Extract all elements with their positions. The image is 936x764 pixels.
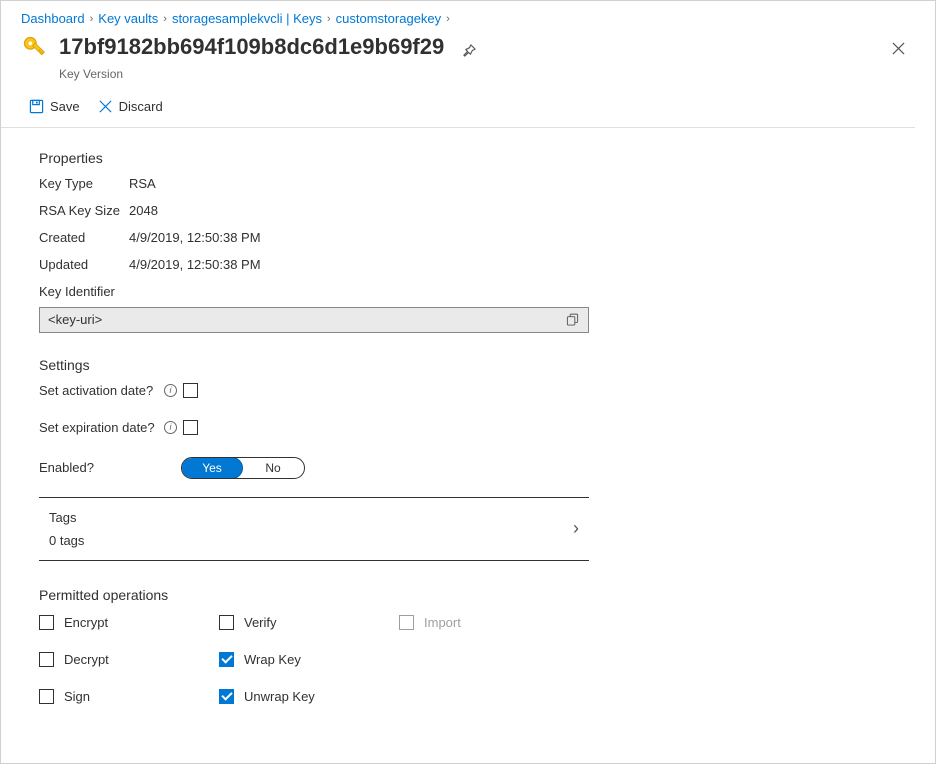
rsa-size-value: 2048 [129,203,158,218]
encrypt-checkbox[interactable] [39,615,54,630]
op-verify: Verify [219,615,399,630]
breadcrumb-item[interactable]: Key vaults [98,11,158,26]
discard-label: Discard [119,99,163,114]
save-label: Save [50,99,80,114]
enabled-no[interactable]: No [242,458,304,478]
wrap-label: Wrap Key [244,652,301,667]
wrap-checkbox[interactable] [219,652,234,667]
content: Properties Key Type RSA RSA Key Size 204… [1,128,935,724]
updated-row: Updated 4/9/2019, 12:50:38 PM [39,257,897,272]
rsa-size-label: RSA Key Size [39,203,129,218]
breadcrumb: Dashboard › Key vaults › storagesamplekv… [1,1,935,32]
breadcrumb-item[interactable]: customstoragekey [336,11,442,26]
op-decrypt: Decrypt [39,652,219,667]
activation-label: Set activation date? [39,383,159,398]
unwrap-checkbox[interactable] [219,689,234,704]
page-header: 17bf9182bb694f109b8dc6d1e9b69f29 Key Ver… [1,32,935,89]
close-button[interactable] [892,34,915,58]
breadcrumb-item[interactable]: Dashboard [21,11,85,26]
chevron-right-icon: › [90,13,94,25]
updated-value: 4/9/2019, 12:50:38 PM [129,257,261,272]
tags-label: Tags [49,510,573,525]
op-wrap: Wrap Key [219,652,399,667]
unwrap-label: Unwrap Key [244,689,315,704]
info-icon[interactable]: i [164,421,177,434]
op-import: Import [399,615,579,630]
key-icon [21,34,49,62]
key-type-label: Key Type [39,176,129,191]
chevron-right-icon: › [446,13,450,25]
copy-icon[interactable] [566,313,580,327]
import-label: Import [424,615,461,630]
enabled-label: Enabled? [39,460,181,475]
enabled-yes[interactable]: Yes [181,457,243,479]
expiration-label: Set expiration date? [39,420,159,435]
breadcrumb-item[interactable]: storagesamplekvcli | Keys [172,11,322,26]
expiration-checkbox[interactable] [183,420,198,435]
permitted-ops-grid: Encrypt Verify Import Decrypt Wrap Key S… [39,615,897,704]
tags-count: 0 tags [49,533,573,548]
rsa-size-row: RSA Key Size 2048 [39,203,897,218]
import-checkbox [399,615,414,630]
chevron-right-icon: › [573,518,579,539]
settings-heading: Settings [39,357,897,373]
key-identifier-label: Key Identifier [39,284,897,299]
properties-heading: Properties [39,150,897,166]
sign-checkbox[interactable] [39,689,54,704]
key-identifier-field[interactable]: <key-uri> [39,307,589,333]
enabled-row: Enabled? Yes No [39,457,897,479]
created-row: Created 4/9/2019, 12:50:38 PM [39,230,897,245]
discard-icon [98,99,113,114]
save-button[interactable]: Save [29,99,80,114]
key-type-value: RSA [129,176,156,191]
activation-checkbox[interactable] [183,383,198,398]
verify-label: Verify [244,615,277,630]
created-value: 4/9/2019, 12:50:38 PM [129,230,261,245]
toolbar: Save Discard [1,89,915,128]
verify-checkbox[interactable] [219,615,234,630]
encrypt-label: Encrypt [64,615,108,630]
op-encrypt: Encrypt [39,615,219,630]
created-label: Created [39,230,129,245]
expiration-row: Set expiration date? i [39,420,897,435]
permitted-ops-heading: Permitted operations [39,587,897,603]
key-type-row: Key Type RSA [39,176,897,191]
info-icon[interactable]: i [164,384,177,397]
page-subtitle: Key Version [59,67,892,81]
key-identifier-value: <key-uri> [48,312,566,327]
decrypt-label: Decrypt [64,652,109,667]
tags-section[interactable]: Tags 0 tags › [39,497,589,561]
chevron-right-icon: › [163,13,167,25]
save-icon [29,99,44,114]
enabled-toggle[interactable]: Yes No [181,457,305,479]
activation-row: Set activation date? i [39,383,897,398]
op-sign: Sign [39,689,219,704]
page-title: 17bf9182bb694f109b8dc6d1e9b69f29 [59,34,444,59]
op-unwrap: Unwrap Key [219,689,399,704]
discard-button[interactable]: Discard [98,99,163,114]
chevron-right-icon: › [327,13,331,25]
updated-label: Updated [39,257,129,272]
decrypt-checkbox[interactable] [39,652,54,667]
sign-label: Sign [64,689,90,704]
pin-button[interactable] [456,37,484,65]
